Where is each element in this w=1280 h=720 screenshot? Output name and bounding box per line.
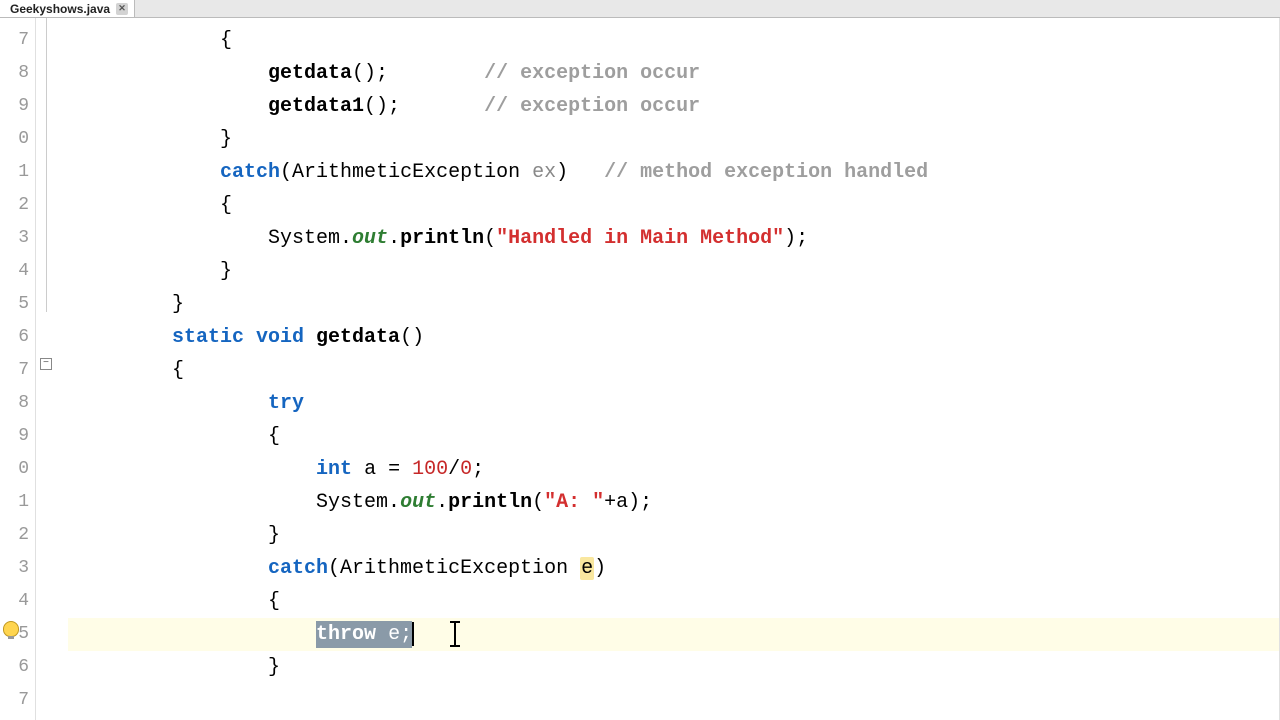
code-line: try	[68, 387, 1279, 420]
line-number: 4	[0, 255, 35, 288]
line-number: 6	[0, 321, 35, 354]
editor: 7 8 9 0 1 2 3 4 5 6 7 8 9 0 1 2 3 4 5 6 …	[0, 18, 1280, 720]
code-line	[68, 684, 1279, 717]
line-number: 0	[0, 123, 35, 156]
code-area[interactable]: { getdata(); // exception occur getdata1…	[68, 18, 1280, 720]
code-line: {	[68, 354, 1279, 387]
code-line: System.out.println("A: "+a);	[68, 486, 1279, 519]
code-line: }	[68, 519, 1279, 552]
code-line: }	[68, 123, 1279, 156]
line-number: 7	[0, 24, 35, 57]
line-number: 8	[0, 57, 35, 90]
text-caret	[412, 622, 414, 646]
line-number: 6	[0, 651, 35, 684]
code-line: {	[68, 189, 1279, 222]
fold-guide	[46, 18, 47, 312]
line-number: 3	[0, 552, 35, 585]
line-number: 8	[0, 387, 35, 420]
code-line: int a = 100/0;	[68, 453, 1279, 486]
variable-highlight: e	[580, 557, 594, 580]
line-number: 1	[0, 486, 35, 519]
tab-filename: Geekyshows.java	[10, 2, 110, 16]
file-tab[interactable]: Geekyshows.java ✕	[0, 0, 135, 17]
close-icon[interactable]: ✕	[116, 3, 128, 15]
code-line: {	[68, 420, 1279, 453]
code-line: catch(ArithmeticException e)	[68, 552, 1279, 585]
mouse-ibeam-icon	[454, 623, 456, 645]
line-number: 2	[0, 189, 35, 222]
current-line: throw e;	[68, 618, 1279, 651]
code-line: }	[68, 288, 1279, 321]
code-line: }	[68, 651, 1279, 684]
line-number: 4	[0, 585, 35, 618]
line-number: 9	[0, 420, 35, 453]
selection: throw e;	[316, 621, 412, 648]
code-line: {	[68, 585, 1279, 618]
code-line: catch(ArithmeticException ex) // method …	[68, 156, 1279, 189]
fold-toggle-icon[interactable]: −	[40, 358, 52, 370]
lightbulb-icon[interactable]	[3, 621, 19, 637]
line-number: 2	[0, 519, 35, 552]
line-number: 5	[0, 288, 35, 321]
line-number: 7	[0, 354, 35, 387]
fold-column: −	[36, 18, 68, 720]
line-number: 1	[0, 156, 35, 189]
line-number: 0	[0, 453, 35, 486]
code-line: }	[68, 255, 1279, 288]
code-line: getdata(); // exception occur	[68, 57, 1279, 90]
tab-bar: Geekyshows.java ✕	[0, 0, 1280, 18]
code-line: System.out.println("Handled in Main Meth…	[68, 222, 1279, 255]
line-number: 9	[0, 90, 35, 123]
code-line: {	[68, 24, 1279, 57]
code-line: getdata1(); // exception occur	[68, 90, 1279, 123]
line-number-gutter: 7 8 9 0 1 2 3 4 5 6 7 8 9 0 1 2 3 4 5 6 …	[0, 18, 36, 720]
line-number: 7	[0, 684, 35, 717]
code-line: static void getdata()	[68, 321, 1279, 354]
line-number: 3	[0, 222, 35, 255]
